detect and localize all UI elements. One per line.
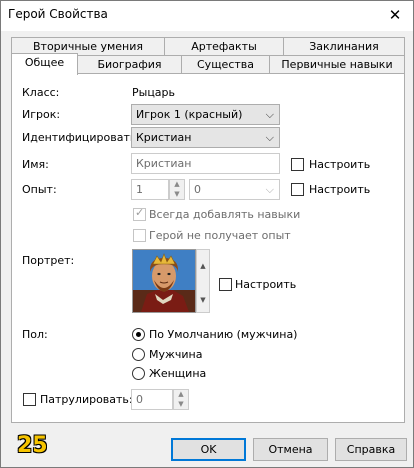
chevron-down-icon: ⌵ — [265, 183, 274, 196]
gender-option-female: Женщина — [149, 367, 207, 380]
no-experience-checkbox[interactable] — [133, 229, 146, 242]
gender-option-default: По Умолчанию (мужчина) — [149, 328, 298, 341]
portrait-image — [133, 250, 195, 312]
spin-up-icon[interactable]: ▲ — [170, 180, 184, 189]
close-icon[interactable]: ✕ — [383, 5, 407, 25]
spin-up-icon[interactable]: ▲ — [174, 390, 188, 399]
experience-input[interactable]: 1 — [131, 179, 169, 200]
check-icon: ✓ — [135, 206, 145, 219]
help-button[interactable]: Справка — [335, 438, 407, 461]
tab-primary-skills[interactable]: Первичные навыки — [269, 55, 405, 75]
no-experience-label: Герой не получает опыт — [149, 229, 291, 242]
ok-button[interactable]: OK — [171, 438, 246, 461]
gender-radio-female[interactable] — [132, 367, 145, 380]
tab-label: Заклинания — [309, 40, 379, 53]
portrait-custom-checkbox[interactable] — [219, 278, 232, 291]
identify-select[interactable]: Кристиан ⌵ — [131, 127, 280, 148]
chevron-down-icon: ⌵ — [265, 131, 274, 144]
patrol-label: Патрулировать: — [40, 393, 133, 406]
experience-custom-label: Настроить — [309, 183, 371, 196]
tab-creatures[interactable]: Существа — [181, 55, 270, 75]
scroll-down-icon[interactable]: ▼ — [197, 296, 209, 304]
gender-radio-default[interactable] — [132, 328, 145, 341]
general-tab-panel: Класс: Рыцарь Игрок: Игрок 1 (красный) ⌵… — [11, 73, 405, 423]
patrol-radius-input[interactable]: 0 — [131, 389, 173, 410]
tab-label: Общее — [24, 56, 65, 69]
scroll-up-icon[interactable]: ▲ — [197, 262, 209, 270]
player-select-value: Игрок 1 (красный) — [136, 108, 243, 121]
experience-label: Опыт: — [22, 183, 57, 196]
patrol-spinner[interactable]: ▲ ▼ — [173, 389, 189, 410]
player-label: Игрок: — [22, 108, 61, 121]
always-add-skills-label: Всегда добавлять навыки — [149, 208, 301, 221]
tab-general[interactable]: Общее — [11, 53, 78, 75]
title-bar: Герой Свойства ✕ — [1, 1, 413, 31]
chevron-down-icon: ⌵ — [265, 108, 274, 121]
portrait-custom-label: Настроить — [235, 278, 297, 291]
experience-spinner[interactable]: ▲ ▼ — [169, 179, 185, 200]
tab-biography[interactable]: Биография — [77, 55, 182, 75]
tab-label: Вторичные умения — [33, 40, 143, 53]
hero-portrait[interactable] — [132, 249, 196, 313]
cancel-button[interactable]: Отмена — [253, 438, 328, 461]
tab-label: Первичные навыки — [281, 58, 393, 71]
version-badge: 25 — [17, 433, 48, 458]
experience-custom-checkbox[interactable] — [291, 183, 304, 196]
window-title: Герой Свойства — [8, 7, 108, 21]
always-add-skills-checkbox[interactable]: ✓ — [133, 206, 146, 221]
portrait-scrollbar[interactable]: ▲ ▼ — [196, 249, 210, 313]
gender-option-male: Мужчина — [149, 348, 203, 361]
tab-label: Биография — [97, 58, 162, 71]
hero-properties-dialog: Герой Свойства ✕ Вторичные умения Артефа… — [0, 0, 414, 468]
tab-artifacts[interactable]: Артефакты — [164, 37, 284, 57]
portrait-label: Портрет: — [22, 254, 75, 267]
tab-label: Артефакты — [191, 40, 257, 53]
tab-label: Существа — [197, 58, 254, 71]
name-label: Имя: — [22, 158, 49, 171]
name-custom-checkbox[interactable] — [291, 158, 304, 171]
experience-level-select[interactable]: 0 ⌵ — [189, 179, 280, 200]
name-input[interactable]: Кристиан — [131, 153, 280, 174]
patrol-checkbox[interactable] — [23, 393, 36, 406]
name-custom-label: Настроить — [309, 158, 371, 171]
class-label: Класс: — [22, 86, 60, 99]
player-select[interactable]: Игрок 1 (красный) ⌵ — [131, 104, 280, 125]
gender-label: Пол: — [22, 328, 48, 341]
tab-spells[interactable]: Заклинания — [283, 37, 405, 57]
identify-label: Идентифицировать — [22, 131, 137, 144]
gender-radio-male[interactable] — [132, 348, 145, 361]
class-value: Рыцарь — [132, 86, 176, 99]
radio-selected-dot — [136, 332, 141, 337]
experience-level-value: 0 — [194, 183, 201, 196]
identify-select-value: Кристиан — [136, 131, 192, 144]
spin-down-icon[interactable]: ▼ — [170, 190, 184, 199]
spin-down-icon[interactable]: ▼ — [174, 400, 188, 409]
